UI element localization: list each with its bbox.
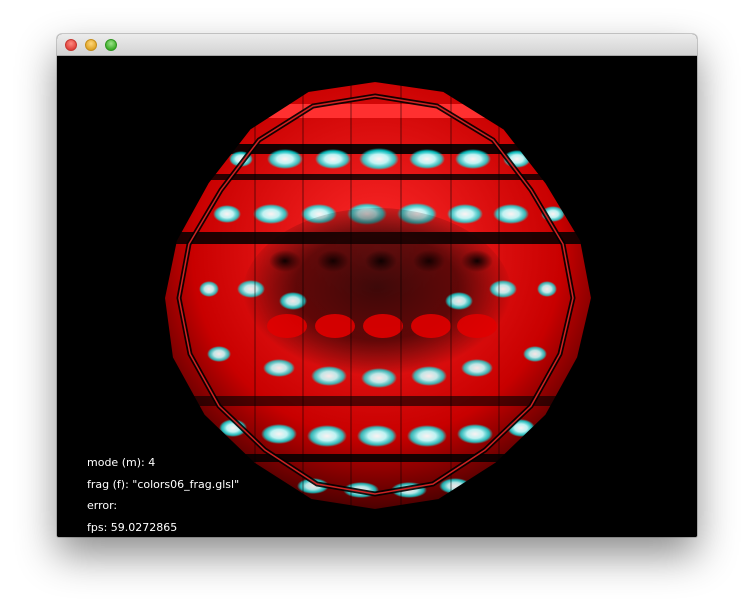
title-bar[interactable] <box>57 34 697 56</box>
zoom-window-button[interactable] <box>105 39 117 51</box>
fps-readout: fps: 59.0272865 <box>87 520 178 534</box>
error-readout: error: <box>87 499 118 512</box>
app-window: mode (m): 4 frag (f): "colors06_frag.gls… <box>57 34 697 537</box>
mode-readout: mode (m): 4 <box>87 456 156 469</box>
gl-render-canvas[interactable]: mode (m): 4 frag (f): "colors06_frag.gls… <box>57 56 697 537</box>
hud-overlay: mode (m): 4 frag (f): "colors06_frag.gls… <box>87 452 239 537</box>
minimize-window-button[interactable] <box>85 39 97 51</box>
fragment-shader-readout: frag (f): "colors06_frag.glsl" <box>87 477 240 491</box>
close-window-button[interactable] <box>65 39 77 51</box>
